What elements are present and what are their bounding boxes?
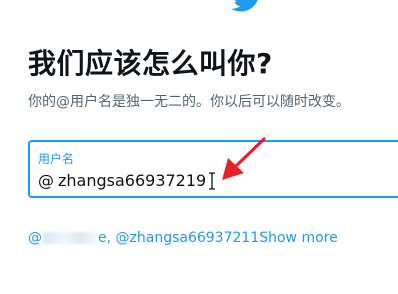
username-field-label: 用户名 bbox=[38, 152, 75, 166]
suggestion-first-suffix[interactable]: e, bbox=[98, 230, 111, 246]
twitter-bird-icon bbox=[231, 0, 258, 12]
at-prefix: @ bbox=[38, 171, 54, 190]
page-title: 我们应该怎么叫你? bbox=[28, 47, 273, 80]
show-more-link[interactable]: Show more bbox=[259, 230, 338, 246]
suggestion-at-prefix[interactable]: @ bbox=[28, 230, 42, 246]
username-field[interactable]: 用户名 @ zhangsa66937219 bbox=[28, 140, 398, 198]
page-subtitle: 你的@用户名是独一无二的。你以后可以随时改变。 bbox=[28, 94, 350, 110]
text-cursor-icon bbox=[209, 172, 215, 190]
username-suggestions: @ e, @zhangsa66937211Show more bbox=[28, 230, 338, 246]
redacted-suggestion bbox=[43, 232, 97, 244]
red-annotation-arrow bbox=[222, 137, 266, 180]
username-input-value[interactable]: zhangsa66937219 bbox=[58, 171, 206, 190]
suggestion-second[interactable]: @zhangsa66937211 bbox=[116, 230, 260, 246]
